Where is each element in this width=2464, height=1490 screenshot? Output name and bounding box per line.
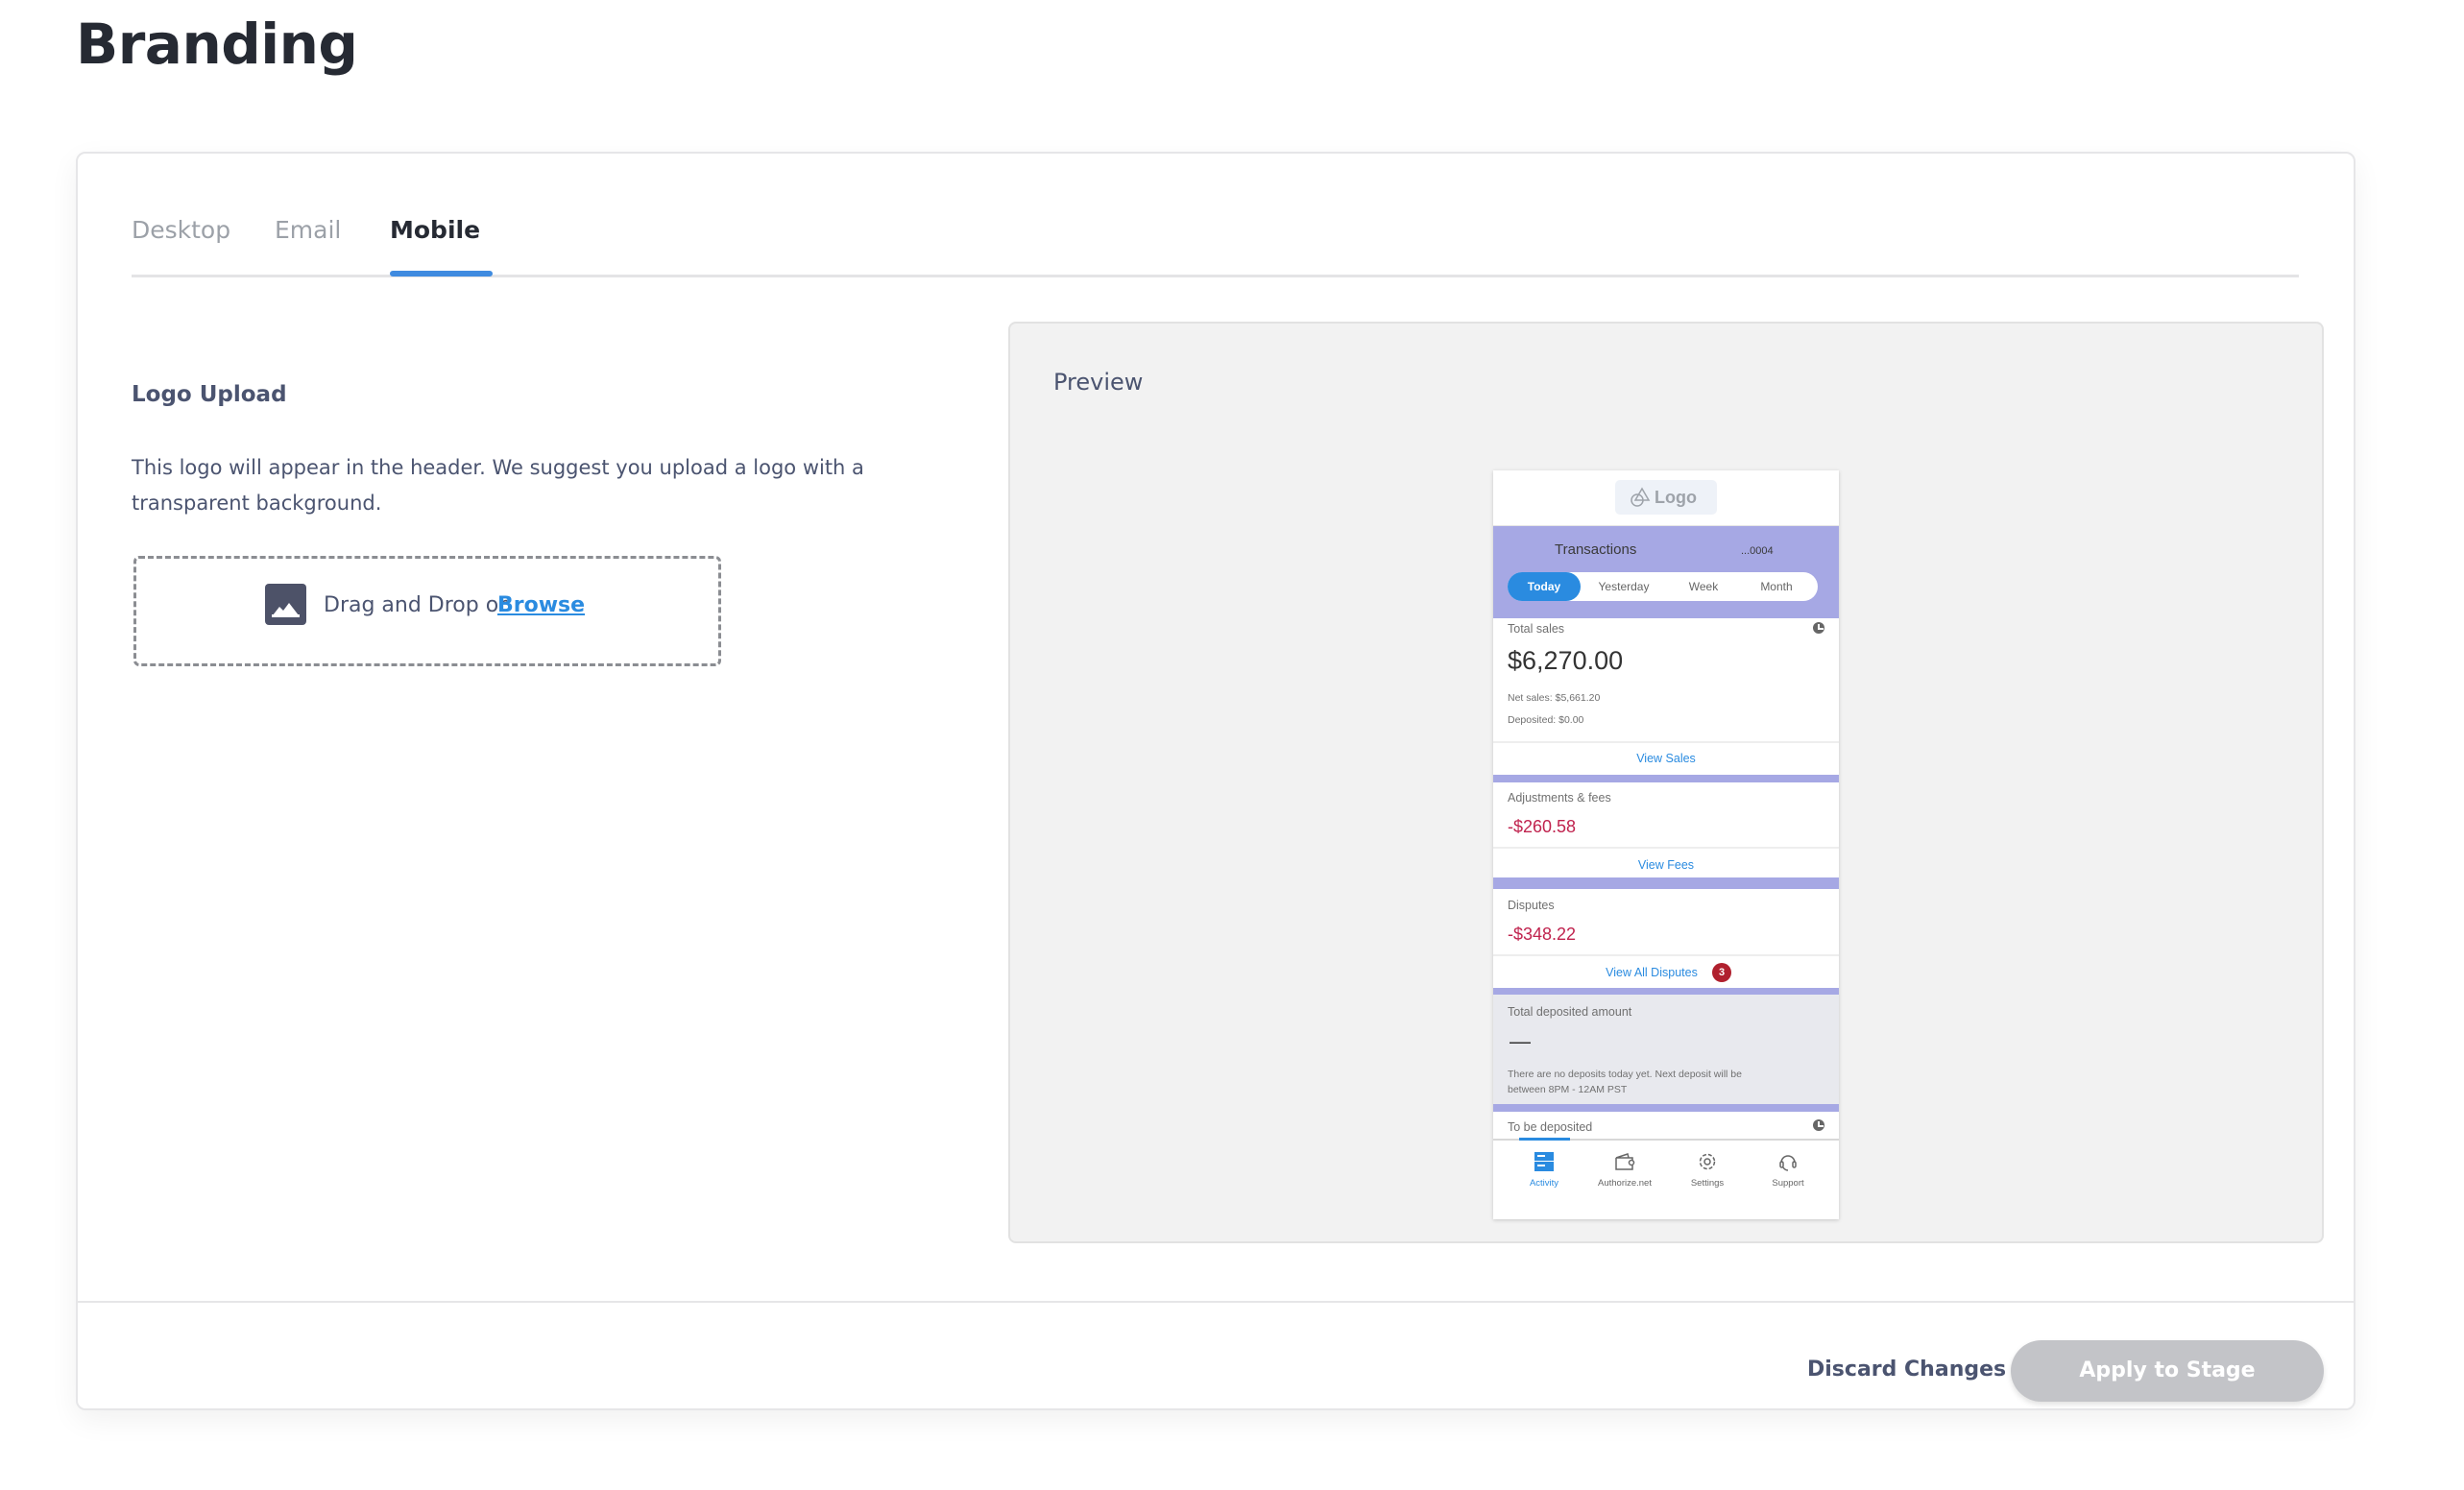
disputes-count-badge: 3 (1712, 963, 1731, 982)
logo-upload-description: This logo will appear in the header. We … (132, 456, 864, 515)
adjustments-amount: -$260.58 (1508, 817, 1577, 836)
to-be-deposited-label: To be deposited (1508, 1120, 1593, 1134)
nav-settings[interactable]: Settings (1664, 1142, 1751, 1210)
image-icon (265, 584, 306, 625)
view-fees-link[interactable]: View Fees (1493, 857, 1839, 873)
deposit-note-line1: There are no deposits today yet. Next de… (1508, 1069, 1742, 1080)
divider (1493, 954, 1839, 956)
nav-settings-label: Settings (1690, 1178, 1725, 1189)
nav-support-label: Support (1772, 1178, 1804, 1189)
tab-email[interactable]: Email (275, 213, 341, 248)
apply-to-stage-button[interactable]: Apply to Stage (2011, 1340, 2324, 1402)
account-number: ...0004 (1741, 545, 1774, 557)
disputes-amount: -$348.22 (1508, 925, 1577, 944)
nav-authorize-net[interactable]: Authorize.net (1582, 1142, 1668, 1210)
clock-icon (1813, 1119, 1824, 1131)
total-deposited-label: Total deposited amount (1508, 1005, 1632, 1019)
total-sales-label: Total sales (1508, 622, 1565, 636)
period-month[interactable]: Month (1740, 572, 1813, 601)
total-deposited-value: — (1510, 1029, 1531, 1053)
deposited: Deposited: $0.00 (1508, 714, 1584, 726)
headset-icon (1779, 1155, 1797, 1171)
discard-changes-button[interactable]: Discard Changes (1807, 1356, 2006, 1384)
dropzone-text: Drag and Drop or (324, 593, 508, 617)
section-separator (1493, 877, 1839, 889)
net-sales: Net sales: $5,661.20 (1508, 692, 1601, 704)
wallet-icon (1615, 1153, 1635, 1170)
adjustments-label: Adjustments & fees (1508, 791, 1611, 805)
total-sales-amount: $6,270.00 (1508, 646, 1624, 675)
mobile-preview: Logo Transactions ...0004 Today Yesterda… (1493, 470, 1839, 1219)
gear-icon (1699, 1153, 1716, 1170)
period-yesterday[interactable]: Yesterday (1581, 572, 1667, 601)
period-today[interactable]: Today (1508, 572, 1581, 601)
divider (1493, 847, 1839, 849)
section-separator (1493, 775, 1839, 782)
preview-title: Preview (1053, 369, 1144, 396)
footer-divider (78, 1301, 2354, 1303)
divider (1493, 741, 1839, 743)
period-week[interactable]: Week (1667, 572, 1740, 601)
deposit-note-line2: between 8PM - 12AM PST (1508, 1084, 1628, 1095)
browse-link[interactable]: Browse (497, 592, 585, 619)
shapes-icon (1631, 487, 1651, 507)
active-tab-indicator (390, 271, 493, 276)
disputes-label: Disputes (1508, 899, 1555, 912)
tab-desktop[interactable]: Desktop (132, 213, 230, 248)
tab-mobile[interactable]: Mobile (390, 213, 480, 248)
nav-activity-label: Activity (1529, 1178, 1559, 1189)
view-all-disputes-link[interactable]: View All Disputes (1493, 965, 1810, 980)
active-nav-indicator (1519, 1138, 1570, 1141)
transactions-title: Transactions (1555, 541, 1637, 558)
clock-icon (1813, 622, 1824, 634)
nav-support[interactable]: Support (1745, 1142, 1831, 1210)
logo-label: Logo (1655, 488, 1697, 507)
view-sales-link[interactable]: View Sales (1493, 751, 1839, 766)
activity-icon (1534, 1152, 1554, 1171)
logo-upload-title: Logo Upload (132, 382, 287, 407)
nav-authorize-net-label: Authorize.net (1598, 1178, 1652, 1189)
nav-activity[interactable]: Activity (1501, 1142, 1587, 1210)
section-separator (1493, 1104, 1839, 1112)
page-title: Branding (76, 12, 358, 77)
